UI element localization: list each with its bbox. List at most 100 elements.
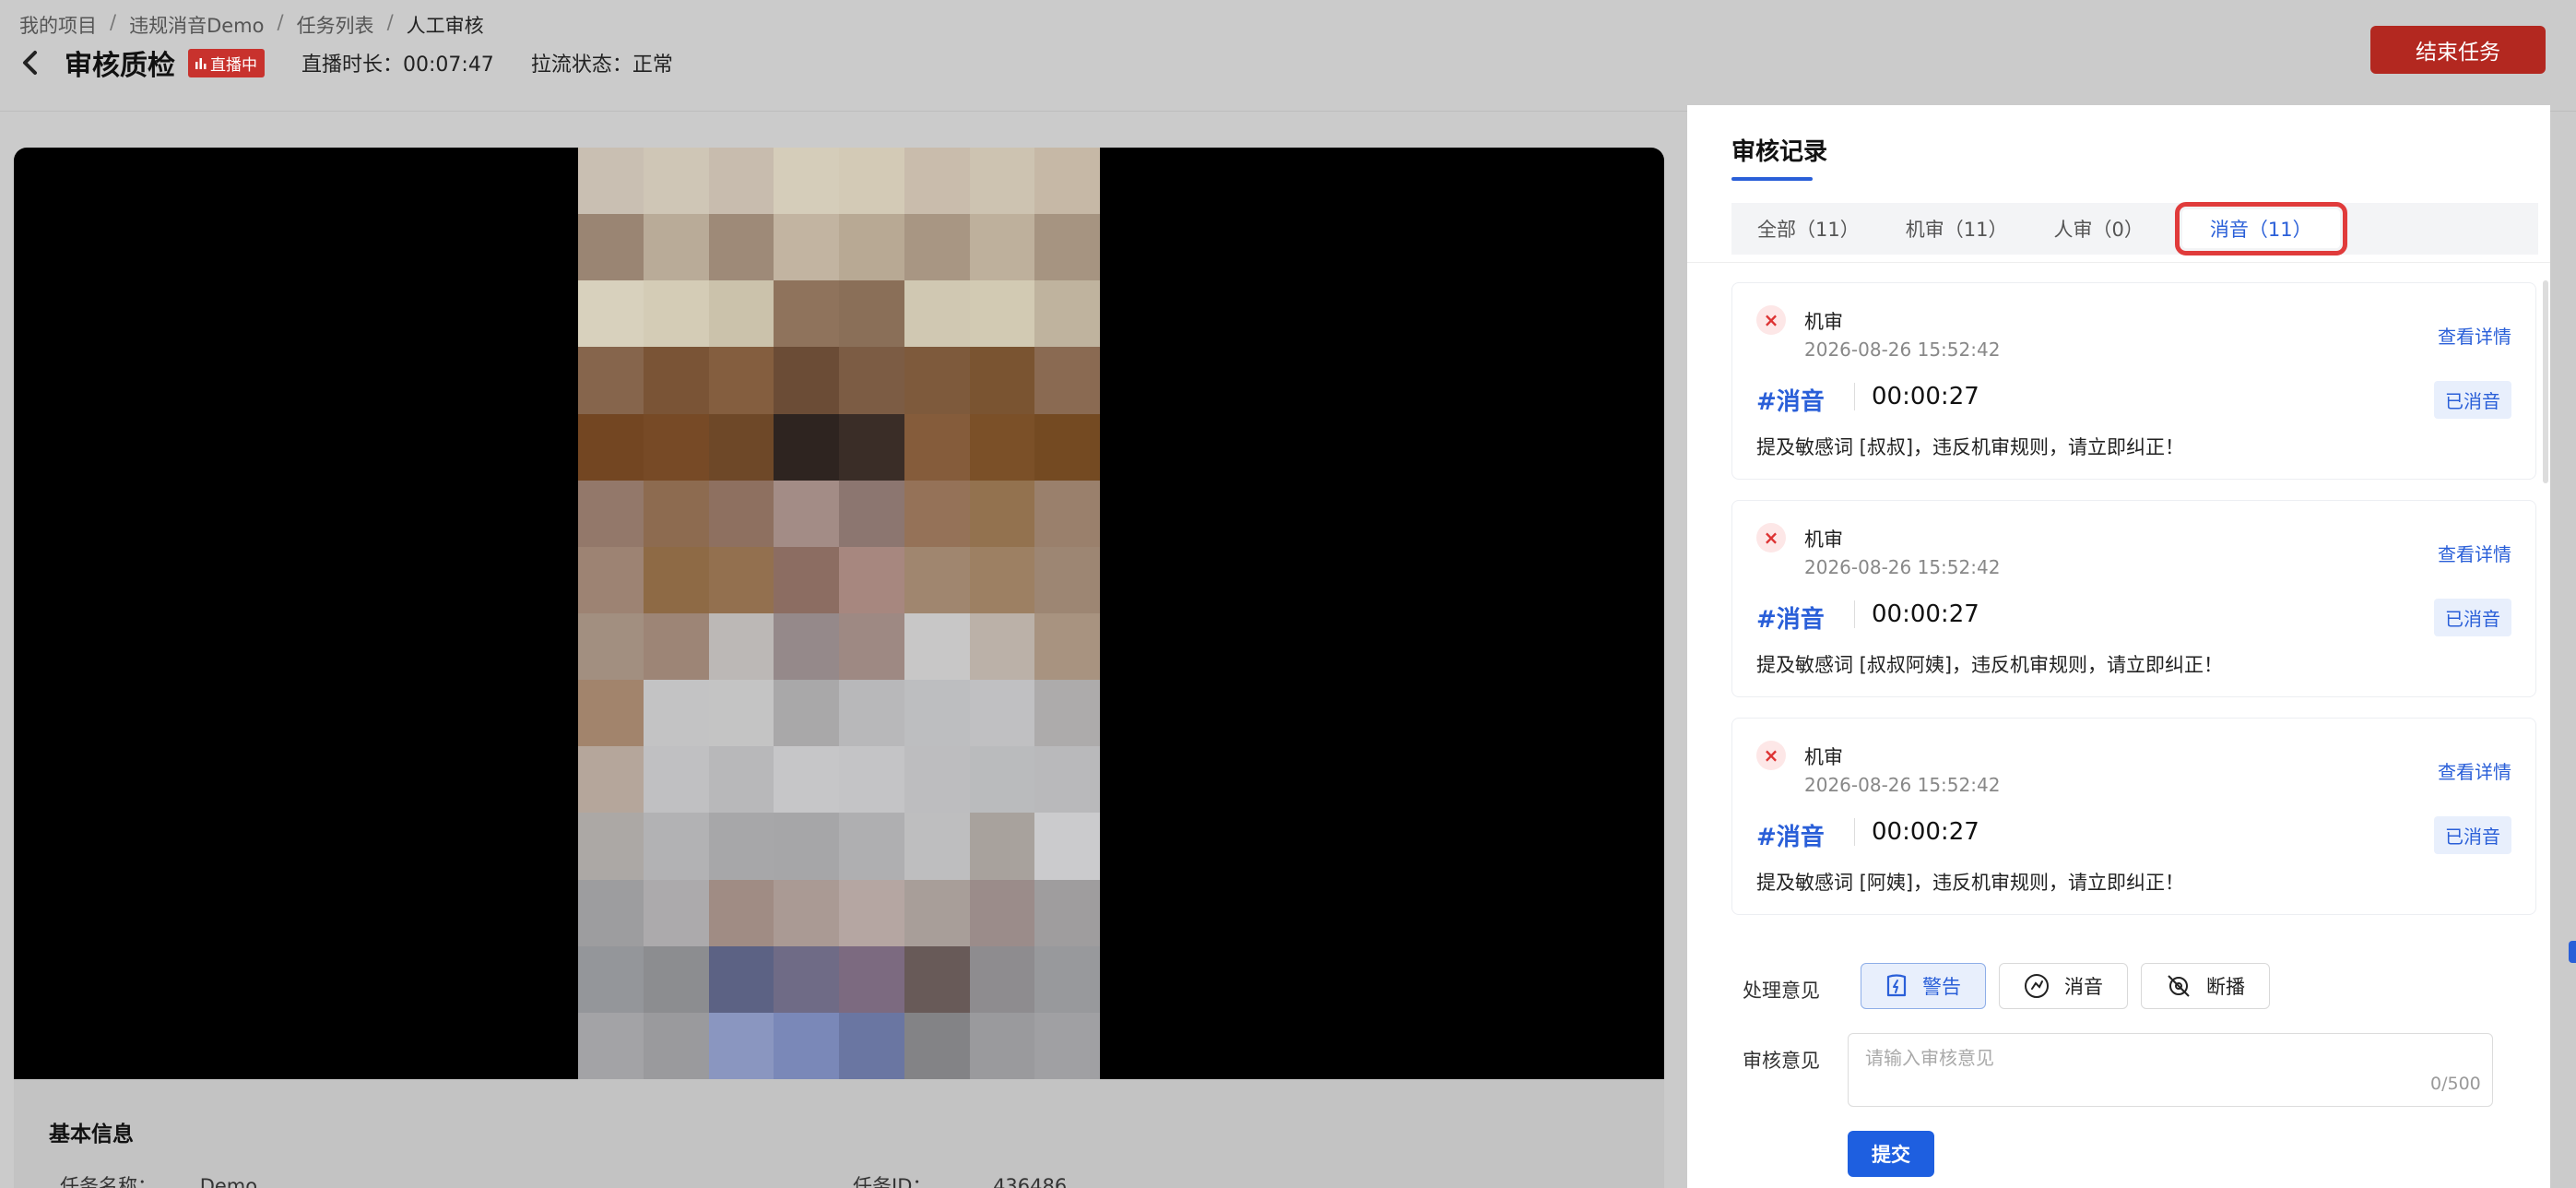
task-name-label: 任务名称：: [60, 1175, 157, 1188]
mosaic-tile: [578, 347, 644, 414]
tab-machine-review[interactable]: 机审（11）: [1887, 209, 2027, 248]
mosaic-tile: [1034, 813, 1100, 880]
panel-title: 审核记录: [1731, 138, 1828, 166]
cut-stream-icon: [2168, 975, 2190, 997]
mosaic-tile: [774, 214, 839, 281]
breadcrumb-item-demo[interactable]: 违规消音Demo: [129, 11, 264, 39]
mosaic-tile: [969, 480, 1035, 547]
mosaic-tile: [578, 546, 644, 613]
record-list: × 机审 2026-08-26 15:52:42 查看详情 #消音 00:00:…: [1731, 282, 2536, 935]
live-video-player[interactable]: [14, 148, 1664, 1079]
mosaic-tile: [904, 1012, 970, 1079]
mosaic-tile: [839, 413, 904, 481]
mosaic-tile: [774, 480, 839, 547]
mosaic-tile: [708, 613, 774, 681]
mute-icon: [2025, 974, 2049, 998]
tab-human-review[interactable]: 人审（0）: [2035, 209, 2161, 248]
view-detail-link[interactable]: 查看详情: [2438, 757, 2511, 784]
mosaic-tile: [774, 1012, 839, 1079]
mosaic-tile: [578, 945, 644, 1013]
mosaic-tile: [969, 680, 1035, 747]
tab-all[interactable]: 全部（11）: [1739, 209, 1878, 248]
warn-button[interactable]: 警告: [1861, 963, 1986, 1009]
mosaic-tile: [904, 480, 970, 547]
mosaic-tile: [839, 546, 904, 613]
record-time: 2026-08-26 15:52:42: [1804, 556, 2001, 578]
scrollbar-thumb[interactable]: [2543, 280, 2548, 483]
mosaic-tile: [904, 879, 970, 946]
char-counter: 0/500: [2430, 1074, 2481, 1094]
view-detail-link[interactable]: 查看详情: [2438, 540, 2511, 566]
mute-button-label: 消音: [2064, 976, 2103, 998]
mosaic-tile: [904, 546, 970, 613]
mosaic-tile: [969, 813, 1035, 880]
mosaic-tile: [774, 680, 839, 747]
side-float-handle[interactable]: [2569, 941, 2576, 963]
breadcrumb-item-project[interactable]: 我的项目: [19, 11, 97, 39]
title-row: 审核质检 直播中 直播时长：00:07:47 拉流状态：正常: [20, 44, 673, 82]
task-id-row: 任务ID： 436486: [853, 1171, 1067, 1188]
mosaic-tile: [578, 613, 644, 681]
mosaic-tile: [969, 546, 1035, 613]
view-detail-link[interactable]: 查看详情: [2438, 322, 2511, 349]
review-opinion-label: 审核意见: [1743, 1050, 1820, 1072]
mosaic-tile: [1034, 680, 1100, 747]
end-task-button[interactable]: 结束任务: [2370, 26, 2546, 74]
mosaic-tile: [578, 148, 644, 215]
task-name-value: Demo: [199, 1175, 258, 1188]
mosaic-tile: [643, 280, 709, 348]
mosaic-tile: [839, 613, 904, 681]
mosaic-tile: [839, 148, 904, 215]
record-time: 2026-08-26 15:52:42: [1804, 774, 2001, 796]
mosaic-tile: [708, 148, 774, 215]
record-tag: #消音: [1756, 388, 1825, 416]
cut-stream-button[interactable]: 断播: [2141, 963, 2270, 1009]
page-title: 审核质检: [65, 50, 175, 82]
record-tag: #消音: [1756, 606, 1825, 634]
violation-x-icon: ×: [1756, 305, 1786, 335]
tab-mute[interactable]: 消音（11）: [2174, 202, 2347, 255]
mosaic-tile: [774, 879, 839, 946]
mosaic-tile: [774, 546, 839, 613]
mosaic-tile: [904, 746, 970, 814]
mosaic-tile: [708, 746, 774, 814]
mosaic-tile: [578, 413, 644, 481]
record-timestamp: 00:00:27: [1854, 600, 1979, 628]
mosaic-tile: [578, 214, 644, 281]
mosaic-tile: [839, 214, 904, 281]
mosaic-tile: [774, 813, 839, 880]
mosaic-tile: [643, 1012, 709, 1079]
back-arrow-icon[interactable]: [20, 49, 48, 77]
mosaic-tile: [904, 613, 970, 681]
record-timestamp: 00:00:27: [1854, 383, 1979, 410]
panel-title-underline: [1731, 177, 1813, 181]
mosaic-tile: [904, 413, 970, 481]
mosaic-tile: [578, 1012, 644, 1079]
mosaic-tile: [839, 680, 904, 747]
record-list-scrollbar[interactable]: [2541, 262, 2550, 922]
mosaic-tile: [904, 148, 970, 215]
mosaic-tile: [904, 214, 970, 281]
record-card: × 机审 2026-08-26 15:52:42 查看详情 #消音 00:00:…: [1731, 282, 2536, 480]
record-source: 机审: [1804, 311, 1843, 333]
record-description: 提及敏感词 [叔叔阿姨]，违反机审规则，请立即纠正！: [1756, 654, 2224, 676]
basic-info-title: 基本信息: [49, 1123, 134, 1146]
mosaic-tile: [969, 347, 1035, 414]
submit-button[interactable]: 提交: [1848, 1131, 1934, 1177]
mosaic-tile: [839, 746, 904, 814]
tabs-divider: [1687, 262, 2550, 263]
task-name-row: 任务名称： Demo: [60, 1171, 257, 1188]
review-opinion-input[interactable]: [1848, 1033, 2493, 1107]
mosaic-tile: [839, 280, 904, 348]
mosaic-tile: [904, 680, 970, 747]
mosaic-tile: [708, 945, 774, 1013]
record-source: 机审: [1804, 529, 1843, 551]
breadcrumb-item-task-list[interactable]: 任务列表: [297, 11, 374, 39]
mosaic-tile: [708, 813, 774, 880]
mute-button[interactable]: 消音: [1999, 963, 2128, 1009]
mosaic-tile: [708, 680, 774, 747]
mosaic-tile: [708, 214, 774, 281]
mosaic-tile: [969, 214, 1035, 281]
mosaic-tile: [904, 280, 970, 348]
mosaic-tile: [774, 148, 839, 215]
